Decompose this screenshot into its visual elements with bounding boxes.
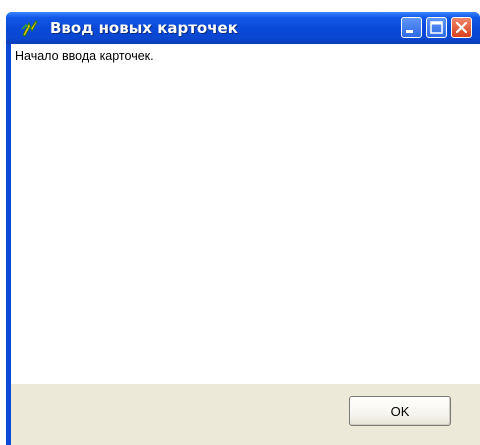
maximize-button[interactable]: [426, 17, 447, 38]
maximize-icon: [430, 21, 443, 34]
title-bar[interactable]: Ввод новых карточек: [6, 12, 480, 44]
message-area: Начало ввода карточек.: [11, 44, 480, 384]
close-icon: [455, 21, 468, 34]
screen-top-margin: [0, 0, 480, 12]
dialog-window: Ввод новых карточек Начало ввода карточе…: [6, 12, 480, 445]
window-title: Ввод новых карточек: [50, 19, 238, 37]
close-button[interactable]: [451, 17, 472, 38]
window-client-area: Начало ввода карточек. OK: [11, 44, 480, 445]
ok-button[interactable]: OK: [349, 396, 451, 426]
minimize-button[interactable]: [401, 17, 422, 38]
minimize-icon: [406, 30, 413, 33]
message-text: Начало ввода карточек.: [15, 49, 154, 63]
app-icon: [21, 20, 38, 37]
